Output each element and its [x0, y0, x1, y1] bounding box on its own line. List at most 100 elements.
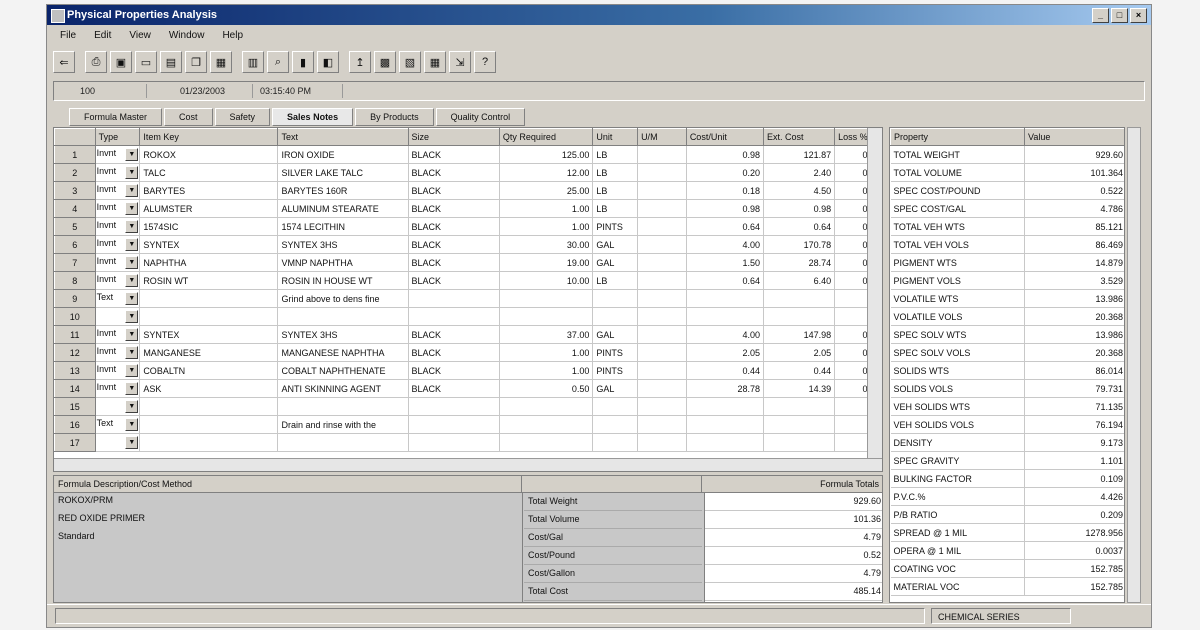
cell-type[interactable]: Text ▼ — [95, 289, 141, 308]
cell-ext[interactable]: 0.64 — [763, 217, 836, 236]
cell-type[interactable]: Invnt ▼ — [95, 163, 141, 182]
cell-text[interactable]: Drain and rinse with the — [277, 415, 409, 434]
cell-ext[interactable]: 121.87 — [763, 145, 836, 164]
property-row[interactable]: TOTAL VEH VOLS 86.469 — [890, 235, 1124, 254]
cell-size[interactable]: BLACK — [408, 361, 500, 380]
cell-size[interactable] — [408, 415, 500, 434]
cell-key[interactable]: ALUMSTER — [139, 199, 279, 218]
exit-icon[interactable]: ⇐ — [53, 51, 75, 73]
cell-um[interactable] — [637, 361, 687, 380]
chevron-down-icon[interactable]: ▼ — [125, 256, 139, 269]
cell-ext[interactable]: 28.74 — [763, 253, 836, 272]
cell-cost[interactable]: 4.00 — [686, 235, 765, 254]
cell-size[interactable] — [408, 433, 500, 452]
cell-qty[interactable]: 1.00 — [499, 343, 594, 362]
properties-scrollbar[interactable] — [1127, 127, 1141, 603]
grid-header-size[interactable]: Size — [407, 128, 500, 146]
cell-unit[interactable]: LB — [592, 181, 639, 200]
cell-unit[interactable] — [592, 415, 639, 434]
cell-size[interactable]: BLACK — [408, 253, 500, 272]
cell-type[interactable]: Invnt ▼ — [95, 181, 141, 200]
chart-icon[interactable]: ▧ — [399, 51, 421, 73]
cell-text[interactable]: SYNTEX 3HS — [277, 325, 409, 344]
cell-key[interactable] — [139, 433, 279, 452]
app-icon[interactable] — [51, 9, 65, 23]
properties-header-value[interactable]: Value — [1024, 128, 1124, 146]
cell-qty[interactable] — [499, 415, 594, 434]
chevron-down-icon[interactable]: ▼ — [125, 148, 139, 161]
cell-um[interactable] — [637, 433, 687, 452]
cell-ext[interactable]: 0.98 — [763, 199, 836, 218]
cell-size[interactable] — [408, 289, 500, 308]
property-row[interactable]: TOTAL VOLUME 101.364 — [890, 163, 1124, 182]
cell-key[interactable]: ROKOX — [139, 145, 279, 164]
property-row[interactable]: SOLIDS VOLS 79.731 — [890, 379, 1124, 398]
grid-header-type[interactable]: Type — [94, 128, 141, 146]
row-number[interactable]: 10 — [54, 307, 96, 326]
row-number[interactable]: 17 — [54, 433, 96, 452]
menu-help[interactable]: Help — [215, 27, 250, 45]
cell-type[interactable]: Invnt ▼ — [95, 199, 141, 218]
grid-header-text[interactable]: Text — [277, 128, 409, 146]
cell-type[interactable]: Invnt ▼ — [95, 271, 141, 290]
cell-qty[interactable]: 0.50 — [499, 379, 594, 398]
cell-type[interactable]: Invnt ▼ — [95, 253, 141, 272]
cell-qty[interactable]: 30.00 — [499, 235, 594, 254]
chevron-down-icon[interactable]: ▼ — [125, 292, 139, 305]
cell-qty[interactable]: 10.00 — [499, 271, 594, 290]
cell-cost[interactable]: 0.98 — [686, 199, 765, 218]
grid-header-corner[interactable] — [54, 128, 96, 146]
cell-qty[interactable]: 1.00 — [499, 217, 594, 236]
cell-unit[interactable]: PINTS — [592, 343, 639, 362]
grid-header-ext-cost[interactable]: Ext. Cost — [763, 128, 836, 146]
row-number[interactable]: 7 — [54, 253, 96, 272]
cell-cost[interactable]: 0.18 — [686, 181, 765, 200]
formula-total-value[interactable]: 0.52 — [705, 547, 882, 565]
cell-um[interactable] — [637, 307, 687, 326]
formula-total-value[interactable]: 4.79 — [705, 529, 882, 547]
row-number[interactable]: 16 — [54, 415, 96, 434]
table-row[interactable]: 14 Invnt ▼ ASK ANTI SKINNING AGENT BLACK 0.50 G… — [54, 379, 882, 398]
cell-um[interactable] — [637, 271, 687, 290]
cell-ext[interactable]: 170.78 — [763, 235, 836, 254]
cell-size[interactable] — [408, 397, 500, 416]
row-number[interactable]: 5 — [54, 217, 96, 236]
chevron-down-icon[interactable]: ▼ — [125, 364, 139, 377]
property-row[interactable]: SPEC SOLV WTS 13.986 — [890, 325, 1124, 344]
cell-key[interactable]: COBALTN — [139, 361, 279, 380]
property-row[interactable]: SPEC COST/GAL 4.786 — [890, 199, 1124, 218]
cell-cost[interactable]: 0.20 — [686, 163, 765, 182]
cell-size[interactable]: BLACK — [408, 343, 500, 362]
cell-unit[interactable] — [592, 433, 639, 452]
cell-ext[interactable] — [763, 289, 836, 308]
cell-um[interactable] — [637, 235, 687, 254]
cell-ext[interactable] — [763, 397, 836, 416]
cell-cost[interactable] — [686, 415, 765, 434]
cell-text[interactable]: IRON OXIDE — [277, 145, 409, 164]
report-icon[interactable]: ▩ — [374, 51, 396, 73]
property-row[interactable]: VOLATILE WTS 13.986 — [890, 289, 1124, 308]
cell-type[interactable]: Invnt ▼ — [95, 379, 141, 398]
cell-cost[interactable] — [686, 397, 765, 416]
property-row[interactable]: SPEC GRAVITY 1.101 — [890, 451, 1124, 470]
cell-text[interactable] — [277, 307, 409, 326]
cell-um[interactable] — [637, 199, 687, 218]
cell-unit[interactable]: GAL — [592, 235, 639, 254]
help-icon[interactable]: ? — [474, 51, 496, 73]
cell-ext[interactable]: 4.50 — [763, 181, 836, 200]
table-row[interactable]: 10 ▼ — [54, 307, 882, 326]
chevron-down-icon[interactable]: ▼ — [125, 346, 139, 359]
cell-text[interactable]: VMNP NAPHTHA — [277, 253, 409, 272]
row-number[interactable]: 15 — [54, 397, 96, 416]
tab-by-products[interactable]: By Products — [355, 108, 434, 126]
property-row[interactable]: MATERIAL VOC 152.785 — [890, 577, 1124, 596]
property-row[interactable]: VEH SOLIDS WTS 71.135 — [890, 397, 1124, 416]
menu-window[interactable]: Window — [162, 27, 212, 45]
grid-icon[interactable]: ▦ — [424, 51, 446, 73]
chevron-down-icon[interactable]: ▼ — [125, 202, 139, 215]
cell-type[interactable]: Invnt ▼ — [95, 361, 141, 380]
tab-sales-notes[interactable]: Sales Notes — [272, 108, 354, 126]
row-number[interactable]: 9 — [54, 289, 96, 308]
export-icon[interactable]: ⇲ — [449, 51, 471, 73]
cell-um[interactable] — [637, 253, 687, 272]
